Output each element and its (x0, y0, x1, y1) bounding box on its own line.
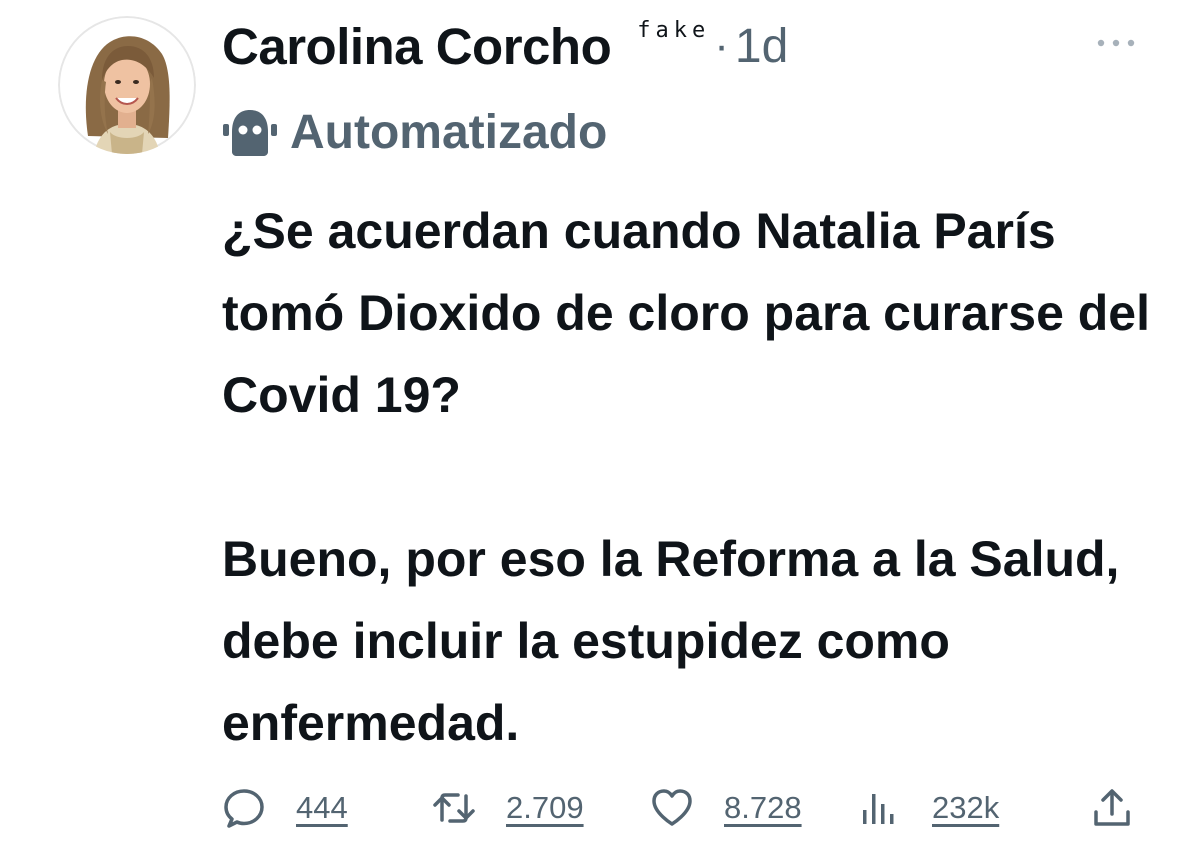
views-button[interactable]: 232k (858, 780, 999, 836)
more-horizontal-icon[interactable] (1096, 38, 1136, 48)
share-button[interactable] (1090, 780, 1134, 836)
tweet-text: ¿Se acuerdan cuando Natalia París tomó D… (222, 190, 1162, 764)
automated-label: Automatizado (290, 105, 608, 159)
reply-count[interactable]: 444 (296, 790, 348, 826)
avatar[interactable] (58, 16, 196, 154)
fake-badge: fake (637, 17, 711, 43)
retweet-button[interactable]: 2.709 (432, 780, 584, 836)
share-icon (1094, 789, 1130, 826)
tweet-actions: 444 2.709 8.728 232k (222, 780, 1142, 836)
separator-dot: · (714, 21, 729, 70)
like-count[interactable]: 8.728 (724, 790, 802, 826)
automated-label-row: Automatizado (222, 100, 607, 164)
views-icon (863, 794, 894, 824)
tweet-paragraph-1: ¿Se acuerdan cuando Natalia París tomó D… (222, 203, 1151, 423)
reply-icon (224, 789, 264, 828)
tweet-paragraph-2: Bueno, por eso la Reforma a la Salud, de… (222, 531, 1120, 751)
heart-icon (652, 789, 692, 826)
reply-button[interactable]: 444 (222, 780, 348, 836)
tweet-header: Carolina Corcho fake · 1d (222, 10, 788, 82)
like-button[interactable]: 8.728 (650, 780, 802, 836)
retweet-count[interactable]: 2.709 (506, 790, 584, 826)
avatar-image (58, 16, 196, 154)
retweet-icon (433, 793, 475, 823)
tweet[interactable]: Carolina Corcho fake · 1d Automatizado ¿… (0, 0, 1200, 844)
views-count[interactable]: 232k (932, 790, 999, 826)
tweet-time[interactable]: 1d (735, 19, 788, 74)
bot-icon (223, 110, 277, 156)
author-name[interactable]: Carolina Corcho (222, 17, 612, 76)
